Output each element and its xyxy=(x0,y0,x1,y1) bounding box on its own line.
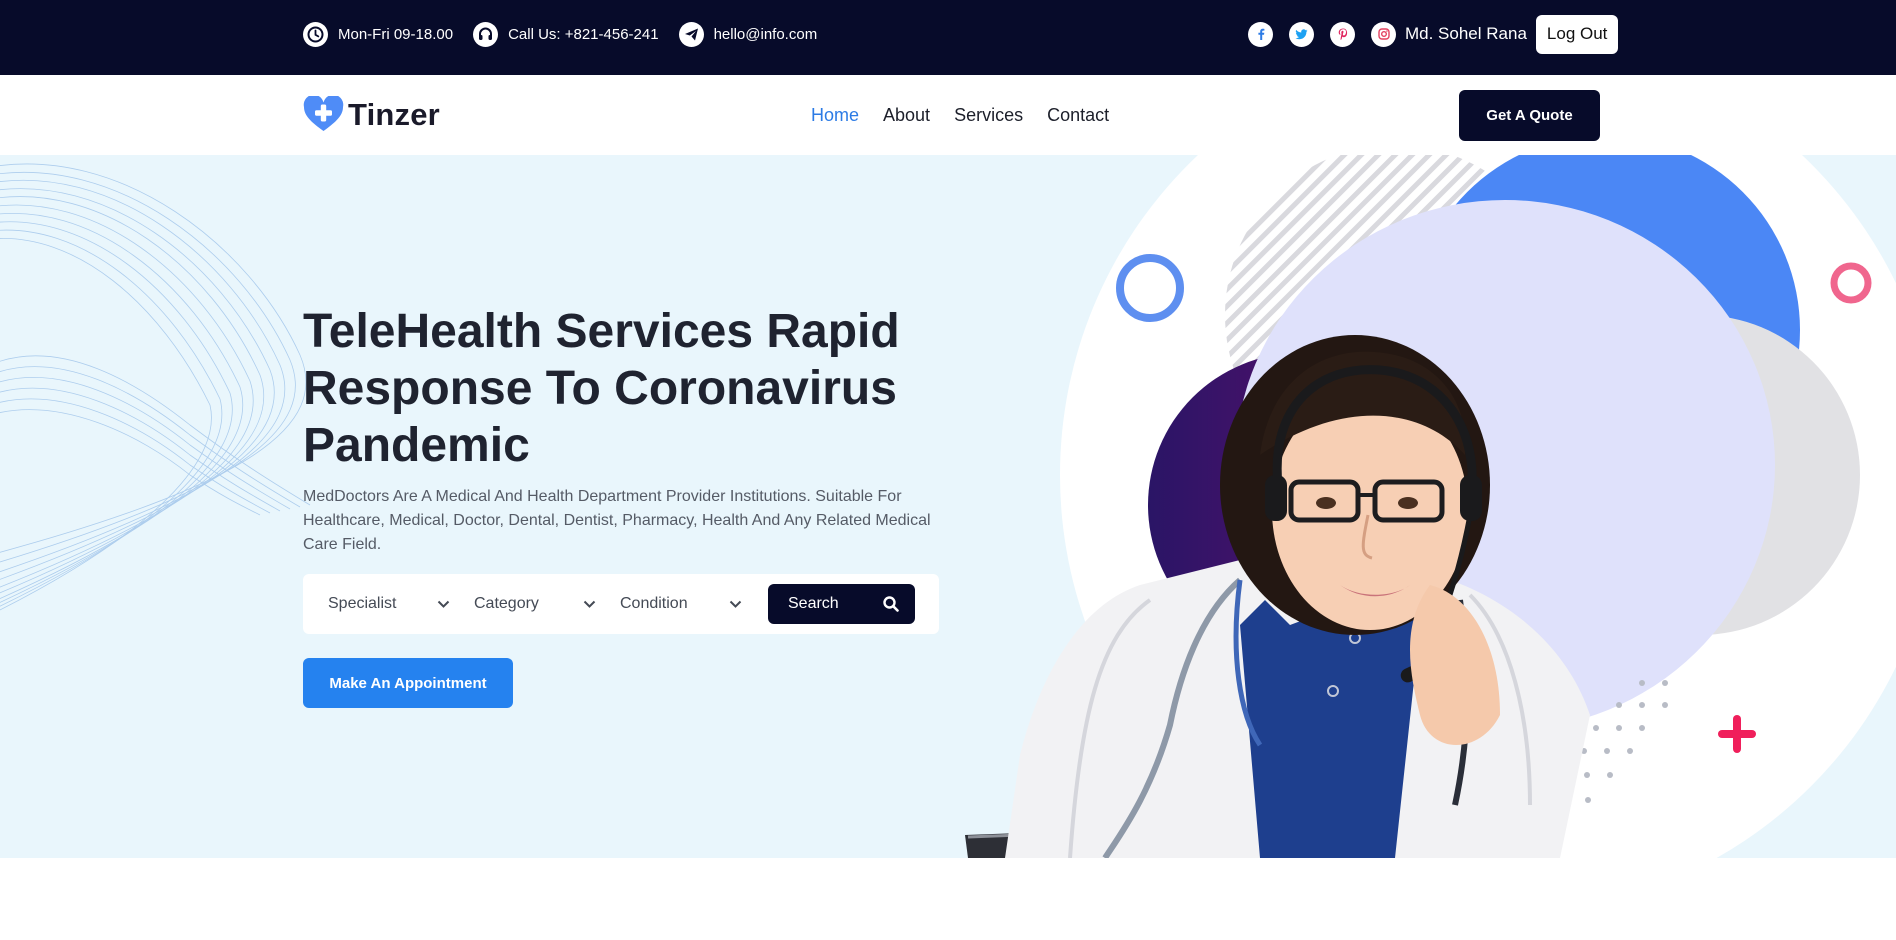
nav-item-services[interactable]: Services xyxy=(954,105,1023,126)
hero-section: TeleHealth Services Rapid Response To Co… xyxy=(0,155,1896,858)
doctor-search-bar: Specialist Category Condition Search xyxy=(303,574,939,634)
condition-select-value: Condition xyxy=(620,595,688,612)
brand-logo[interactable]: Tinzer xyxy=(303,96,440,133)
nav-item-contact[interactable]: Contact xyxy=(1047,105,1109,126)
account-area: Md. Sohel Rana Log Out xyxy=(1248,0,1619,68)
search-button-label: Search xyxy=(788,595,839,612)
facebook-icon[interactable] xyxy=(1248,21,1273,47)
clock-icon xyxy=(303,21,328,47)
nav-item-about[interactable]: About xyxy=(883,105,930,126)
chevron-down-icon xyxy=(729,600,742,608)
phone-item[interactable]: Call Us: +821-456-241 xyxy=(473,21,659,47)
specialist-select[interactable]: Specialist xyxy=(328,595,450,613)
phone-text: Call Us: +821-456-241 xyxy=(508,25,659,43)
hero-description: MedDoctors Are A Medical And Health Depa… xyxy=(303,488,931,553)
category-select-value: Category xyxy=(474,595,539,612)
email-text: hello@info.com xyxy=(713,25,818,43)
search-icon xyxy=(883,596,899,612)
twitter-icon[interactable] xyxy=(1289,21,1314,47)
instagram-icon[interactable] xyxy=(1371,21,1396,47)
main-navbar: Tinzer Home About Services Contact Get A… xyxy=(0,75,1896,155)
hours-item: Mon-Fri 09-18.00 xyxy=(303,21,454,47)
hero-title: TeleHealth Services Rapid Response To Co… xyxy=(303,305,900,472)
paper-plane-icon xyxy=(678,21,704,47)
hours-text: Mon-Fri 09-18.00 xyxy=(338,25,454,43)
condition-select[interactable]: Condition xyxy=(620,595,742,613)
email-item[interactable]: hello@info.com xyxy=(678,21,818,47)
search-button[interactable]: Search xyxy=(768,584,915,624)
headset-icon xyxy=(473,21,499,47)
user-name: Md. Sohel Rana xyxy=(1405,24,1527,43)
nav-menu: Home About Services Contact xyxy=(811,75,1133,155)
logout-button[interactable]: Log Out xyxy=(1535,14,1619,54)
heart-plus-icon xyxy=(303,96,344,131)
get-quote-button[interactable]: Get A Quote xyxy=(1459,90,1600,141)
category-select[interactable]: Category xyxy=(474,595,596,613)
make-appointment-button[interactable]: Make An Appointment xyxy=(303,658,513,708)
brand-name: Tinzer xyxy=(348,96,440,132)
contact-info: Mon-Fri 09-18.00 Call Us: +821-456-241 h… xyxy=(303,0,837,68)
specialist-select-value: Specialist xyxy=(328,595,397,612)
top-bar: Mon-Fri 09-18.00 Call Us: +821-456-241 h… xyxy=(0,0,1896,75)
nav-item-home[interactable]: Home xyxy=(811,105,859,126)
chevron-down-icon xyxy=(437,600,450,608)
wave-lines-decoration xyxy=(0,163,311,611)
pinterest-icon[interactable] xyxy=(1330,21,1355,47)
chevron-down-icon xyxy=(583,600,596,608)
